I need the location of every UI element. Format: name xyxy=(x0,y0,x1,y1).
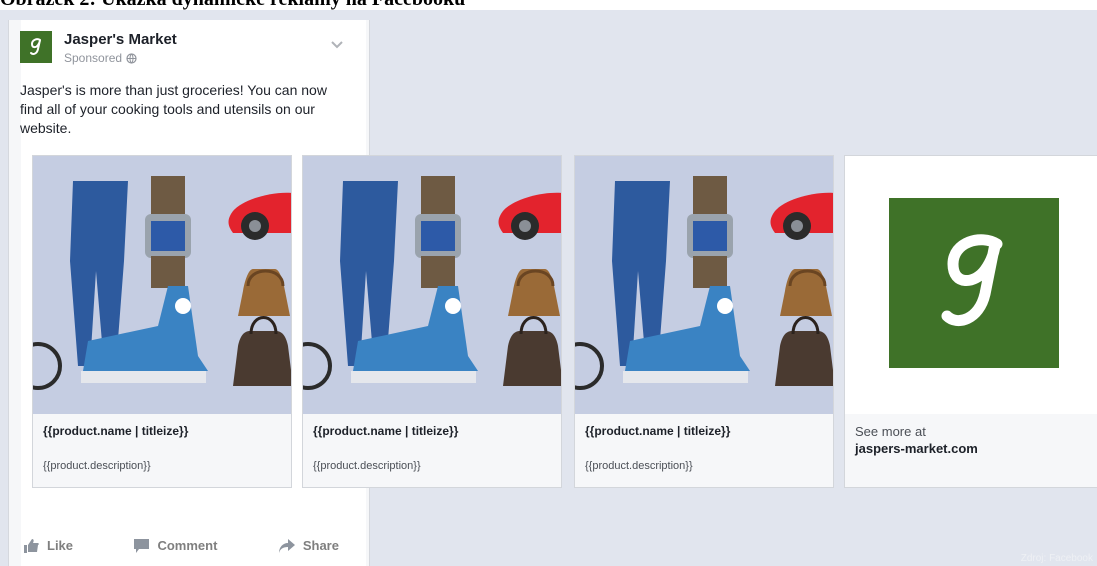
source-credit: Zdroj: Facebook xyxy=(1020,553,1093,564)
like-button[interactable]: Like xyxy=(24,538,73,553)
jasper-logo-icon xyxy=(941,234,1003,326)
product-image xyxy=(33,156,291,414)
product-description: {{product.description}} xyxy=(585,460,693,472)
product-description: {{product.description}} xyxy=(313,460,421,472)
product-collage-image xyxy=(303,176,561,390)
jasper-logo-icon xyxy=(30,38,41,55)
like-label: Like xyxy=(47,538,74,553)
product-title: {{product.name | titleize}} xyxy=(313,424,459,438)
product-image xyxy=(303,156,561,414)
share-button[interactable]: Share xyxy=(278,538,339,553)
product-card[interactable]: {{product.name | titleize}} {{product.de… xyxy=(32,155,292,488)
comment-label: Comment xyxy=(157,538,218,553)
share-label: Share xyxy=(302,538,339,553)
share-arrow-icon xyxy=(278,538,295,553)
product-card[interactable]: {{product.name | titleize}} {{product.de… xyxy=(302,155,562,488)
globe-icon xyxy=(126,52,137,64)
product-title: {{product.name | titleize}} xyxy=(585,424,731,438)
sponsored-text: Sponsored xyxy=(64,51,123,65)
see-more-card[interactable]: See more at jaspers-market.com xyxy=(844,155,1097,488)
product-description: {{product.description}} xyxy=(43,460,151,472)
product-card[interactable]: {{product.name | titleize}} {{product.de… xyxy=(574,155,834,488)
product-collage-image xyxy=(575,176,833,390)
sponsored-label: Sponsored xyxy=(64,51,137,65)
comment-icon xyxy=(134,538,150,553)
chevron-down-icon[interactable] xyxy=(330,40,344,50)
see-more-label: See more at xyxy=(855,424,926,439)
page-name-link[interactable]: Jasper's Market xyxy=(64,31,177,48)
page-avatar[interactable] xyxy=(20,31,52,63)
product-collage-image xyxy=(33,176,291,390)
product-title: {{product.name | titleize}} xyxy=(43,424,189,438)
jasper-logo xyxy=(889,198,1059,368)
post-actions: Like Comment Share xyxy=(24,538,339,553)
post-message: Jasper's is more than just groceries! Yo… xyxy=(20,82,327,136)
comment-button[interactable]: Comment xyxy=(134,538,217,553)
website-link[interactable]: jaspers-market.com xyxy=(855,441,978,456)
thumbs-up-icon xyxy=(24,538,39,553)
ad-preview-area: Jasper's Market Sponsored Jasper's is mo… xyxy=(0,10,1097,566)
product-image xyxy=(575,156,833,414)
